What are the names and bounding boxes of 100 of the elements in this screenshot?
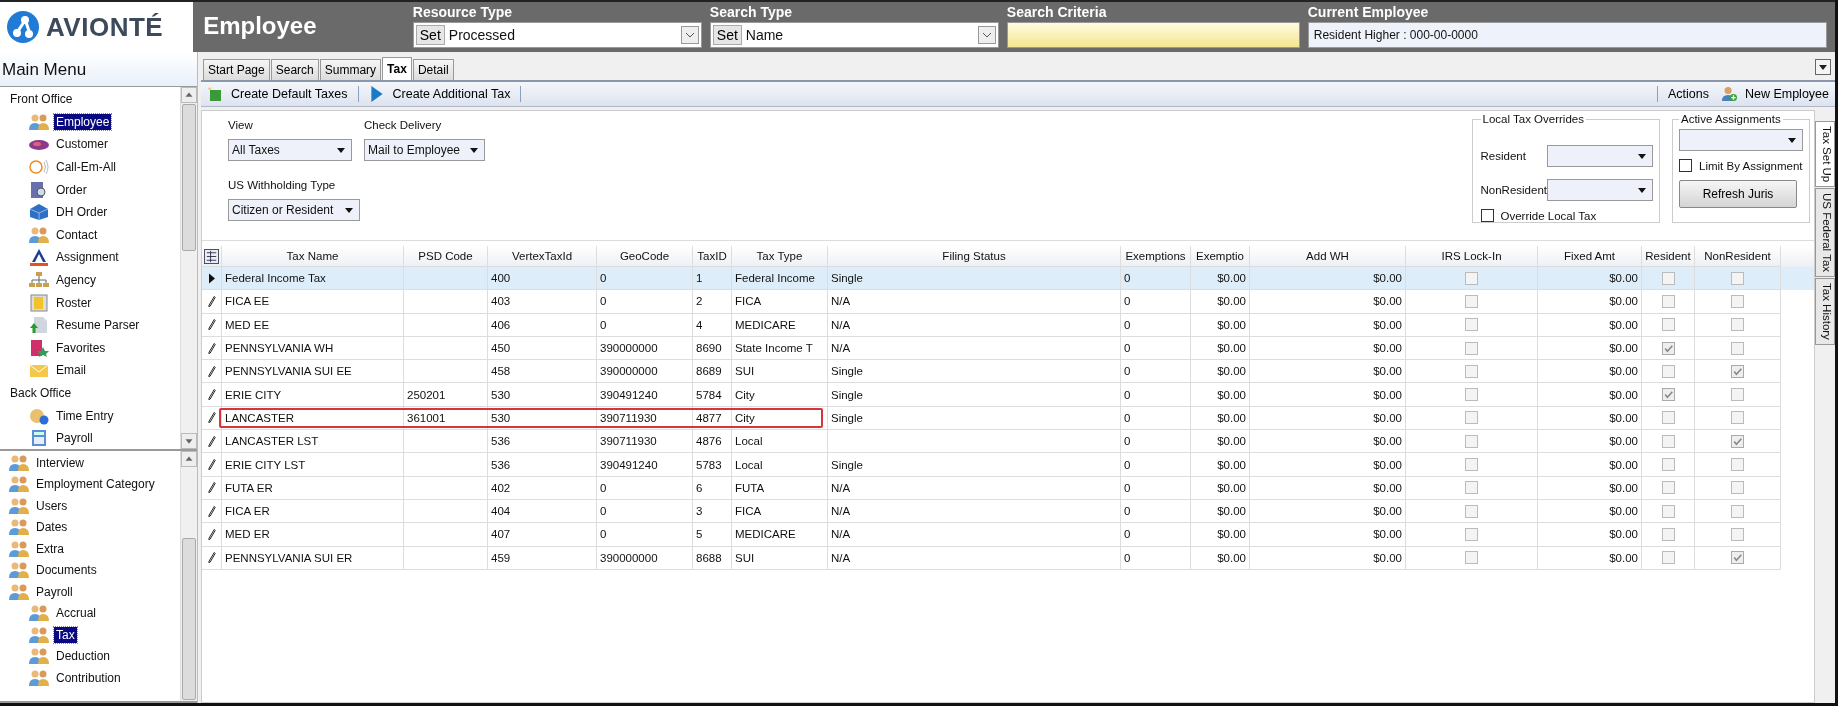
menu-item[interactable]: Documents <box>34 562 99 579</box>
pencil-icon[interactable] <box>207 459 216 470</box>
dropdown-button[interactable] <box>1815 59 1831 75</box>
pencil-icon[interactable] <box>207 435 216 447</box>
menu-item[interactable]: Payroll <box>54 430 95 447</box>
menu-item[interactable]: Email <box>54 362 88 379</box>
menu-item[interactable]: Employee <box>54 113 112 130</box>
tab[interactable]: Tax <box>382 57 412 80</box>
menu-item[interactable]: Agency <box>54 272 99 289</box>
menu-item[interactable]: Resume Parser <box>54 317 142 334</box>
dropdown-button[interactable] <box>680 26 699 44</box>
table-row[interactable]: ERIE CITY 250201 530 390491240 5784 City Single 0 $0.00 $0.00 $0.00 <box>202 383 1814 407</box>
tab[interactable]: Start Page <box>203 59 270 80</box>
menu-item[interactable]: Roster <box>54 294 94 311</box>
table-cell: 450 <box>491 342 511 355</box>
create-additional-tax-button[interactable]: Create Additional Tax <box>362 83 517 105</box>
table-cell: $0.00 <box>1609 435 1638 448</box>
set-button[interactable]: Set <box>415 25 445 45</box>
menu-item[interactable]: Employment Category <box>34 476 157 493</box>
pencil-icon[interactable] <box>207 319 216 331</box>
table-row[interactable]: Federal Income Tax 400 0 1 Federal Income Single 0 $0.00 $0.00 $0.00 <box>202 267 1814 291</box>
table-cell: Single <box>831 365 863 378</box>
menu-item[interactable]: Contribution <box>54 669 123 686</box>
menu-item[interactable]: Front Office <box>10 91 75 108</box>
create-default-taxes-button[interactable]: Create Default Taxes <box>201 83 354 105</box>
new-employee-button[interactable]: New Employee <box>1714 83 1835 105</box>
actions-button[interactable]: Actions <box>1661 83 1715 105</box>
search-criteria-field[interactable] <box>1006 22 1300 48</box>
menu-item[interactable]: Customer <box>54 136 110 153</box>
table-row[interactable]: FICA ER 404 0 3 FICA N/A 0 $0.00 $0.00 $0.00 <box>202 499 1814 524</box>
scrollbar[interactable] <box>180 451 197 701</box>
menu-item[interactable]: Favorites <box>54 339 108 356</box>
table-cell: N/A <box>831 295 851 308</box>
menu-item[interactable]: Call-Em-All <box>54 159 118 176</box>
pencil-icon[interactable] <box>207 505 216 517</box>
scroll-down-icon[interactable] <box>181 433 197 449</box>
scroll-up-icon[interactable] <box>181 451 197 467</box>
menu-item[interactable]: Contact <box>54 226 100 243</box>
select-field[interactable]: Set Processed <box>412 22 702 48</box>
select-field[interactable]: Set Name <box>709 22 999 48</box>
table-row[interactable]: MED ER 407 0 5 MEDICARE N/A 0 $0.00 $0.00 $0.00 <box>202 523 1814 547</box>
table-row[interactable]: FICA EE 403 0 2 FICA N/A 0 $0.00 $0.00 $0.00 <box>202 290 1814 314</box>
table-row[interactable]: LANCASTER 361001 530 390711930 4877 City Single 0 $0.00 $0.00 $0.00 <box>202 406 1814 431</box>
menu-item[interactable]: DH Order <box>54 204 110 221</box>
table-row[interactable]: LANCASTER LST 536 390711930 4876 Local 0 $0.00 $0.00 $0.00 <box>202 430 1814 454</box>
menu-item[interactable]: Users <box>34 497 70 514</box>
pencil-icon[interactable] <box>207 412 216 424</box>
play-icon <box>368 86 385 102</box>
scroll-up-icon[interactable] <box>181 87 197 103</box>
table-row[interactable]: ERIE CITY LST 536 390491240 5783 Local Single 0 $0.00 $0.00 $0.00 <box>202 453 1814 477</box>
menu-item[interactable]: Time Entry <box>54 407 116 424</box>
tab[interactable]: Search <box>270 59 319 80</box>
side-tab[interactable]: Tax Set Up <box>1815 121 1835 188</box>
checkbox[interactable] <box>1679 159 1692 172</box>
menu-item[interactable]: Interview <box>34 454 87 471</box>
menu-item[interactable]: Back Office <box>10 385 74 401</box>
tab[interactable]: Summary <box>319 59 382 80</box>
field-label: NonResident <box>1480 184 1547 196</box>
checkbox[interactable] <box>1480 209 1494 222</box>
pencil-icon[interactable] <box>207 552 216 564</box>
pencil-icon[interactable] <box>207 295 216 307</box>
table-cell: FUTA <box>735 481 765 494</box>
table-cell: $0.00 <box>1373 435 1402 448</box>
side-tab[interactable]: Tax History <box>1815 278 1835 346</box>
table-row[interactable]: FUTA ER 402 0 6 FUTA N/A 0 $0.00 $0.00 $0.00 <box>202 476 1814 500</box>
menu-item[interactable]: Order <box>54 181 89 198</box>
logo-text: AVIONTÉ <box>46 11 164 43</box>
tab[interactable]: Detail <box>412 59 454 80</box>
pencil-icon[interactable] <box>207 528 216 540</box>
pencil-icon[interactable] <box>207 365 216 377</box>
set-button[interactable]: Set <box>712 25 742 45</box>
field-label: Resident <box>1480 150 1526 162</box>
table-cell: $0.00 <box>1217 528 1246 541</box>
menu-item[interactable]: Accrual <box>54 605 98 622</box>
table-row[interactable]: PENNSYLVANIA WH 450 390000000 8690 State Income T N/A 0 $0.00 $0.00 $0.00 <box>202 336 1814 361</box>
dropdown-button[interactable] <box>977 26 996 44</box>
table-row[interactable]: MED EE 406 0 4 MEDICARE N/A 0 $0.00 $0.00 $0.00 <box>202 313 1814 337</box>
withholding-type-dropdown[interactable]: Citizen or Resident <box>228 199 360 221</box>
table-row[interactable]: PENNSYLVANIA SUI ER 459 390000000 8688 SUI N/A 0 $0.00 $0.00 $0.00 <box>202 546 1814 570</box>
menu-item[interactable]: Payroll <box>34 583 75 600</box>
menu-item[interactable]: Tax <box>54 626 77 643</box>
pencil-icon[interactable] <box>207 342 216 354</box>
table-row[interactable]: PENNSYLVANIA SUI EE 458 390000000 8689 SUI Single 0 $0.00 $0.00 $0.00 <box>202 360 1814 384</box>
table-cell: 458 <box>491 365 511 378</box>
check-delivery-dropdown[interactable]: Mail to Employee <box>364 139 486 161</box>
pencil-icon[interactable] <box>207 389 216 401</box>
view-dropdown[interactable]: All Taxes <box>228 139 352 161</box>
group-title: Local Tax Overrides <box>1481 113 1585 125</box>
refresh-juris-button[interactable]: Refresh Juris <box>1679 180 1797 208</box>
menu-item[interactable]: Deduction <box>54 648 113 665</box>
table-cell: 390000000 <box>600 342 658 355</box>
scrollbar[interactable] <box>180 87 197 449</box>
column-chooser-icon[interactable] <box>204 248 219 264</box>
side-tab[interactable]: US Federal Tax <box>1815 188 1835 278</box>
pencil-icon[interactable] <box>207 482 216 494</box>
table-cell: 407 <box>491 528 511 541</box>
menu-item[interactable]: Dates <box>34 519 70 536</box>
menu-item[interactable]: Extra <box>34 540 66 557</box>
menu-item[interactable]: Assignment <box>54 249 121 266</box>
table-cell: LANCASTER <box>225 411 295 424</box>
